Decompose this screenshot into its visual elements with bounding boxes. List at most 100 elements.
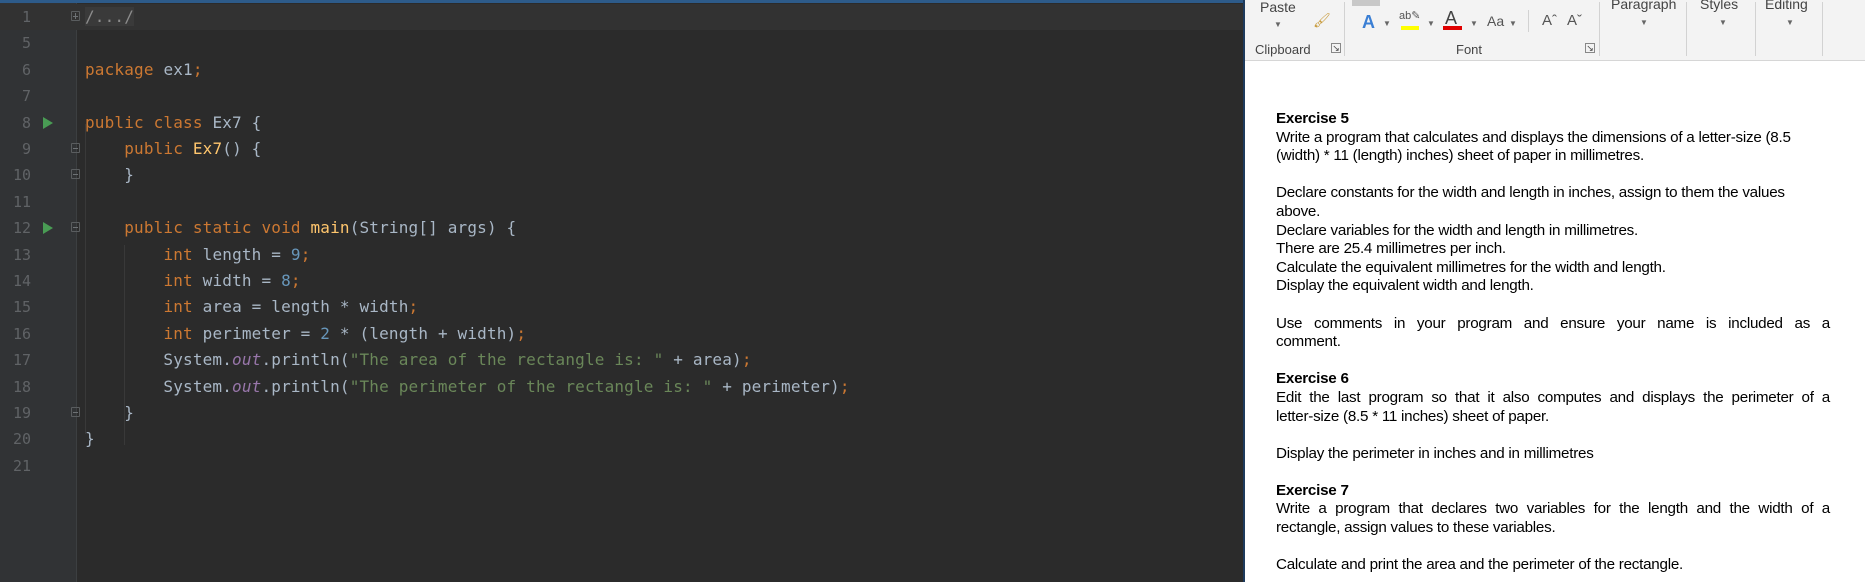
code-token: Ex7 [192,139,223,158]
highlight-color-bar [1401,26,1419,30]
font-color-dropdown-icon[interactable]: ▼ [1470,19,1478,28]
text-effects-dropdown-icon[interactable]: ▼ [1383,19,1391,28]
paragraph-line: Write a program that calculates and disp… [1276,128,1791,146]
paragraph-button[interactable]: Paragraph [1611,0,1676,12]
paragraph-line: Edit the last program so that it also co… [1276,388,1830,406]
fold-icon[interactable] [71,222,80,233]
paragraph-line: (width) * 11 (length) inches) sheet of p… [1276,147,1644,165]
indent-guide [85,124,86,434]
grow-font-icon[interactable]: Aˆ [1542,12,1557,29]
line-number: 5 [21,34,31,53]
code-token: .println( [261,376,350,396]
code-token: public class [85,112,213,132]
code-line[interactable]: 6 package ex1; [0,57,1243,83]
paste-button[interactable]: Paste [1260,0,1296,15]
code-token: package [85,59,164,79]
code-token: area = length * width [202,297,409,317]
styles-dropdown-icon[interactable]: ▼ [1719,18,1727,27]
code-text: System.out.println("The perimeter of the… [85,374,850,400]
fold-icon[interactable] [71,11,80,21]
code-line[interactable]: 14 int width = 8; [0,268,1243,294]
paragraph-line: There are 25.4 millimetres per inch. [1276,240,1506,258]
code-token: width = [202,271,282,290]
paragraph-line: Use comments in your program and ensure … [1276,314,1830,332]
code-token: () { [222,139,262,158]
text-effects-icon[interactable]: A [1362,12,1375,33]
font-color-bar [1443,26,1462,30]
code-token: perimeter = [202,323,321,343]
paragraph-dropdown-icon[interactable]: ▼ [1640,18,1648,27]
fold-icon[interactable] [71,407,80,417]
code-line[interactable]: 21 [0,453,1243,479]
code-token: System. [85,350,233,370]
code-token: + area) [663,350,742,370]
code-line[interactable]: 10 } [0,162,1243,188]
paragraph: Write a program that declares two variab… [1276,500,1830,537]
paragraph: Use comments in your program and ensure … [1276,315,1830,352]
run-icon[interactable] [43,116,53,129]
code-token: + perimeter) [712,376,840,396]
line-number: 10 [12,166,31,185]
editing-button[interactable]: Editing [1765,0,1808,12]
code-token: int [163,271,203,290]
paragraph: Declare constants for the width and leng… [1276,184,1830,296]
code-line[interactable]: 17 System.out.println("The area of the r… [0,347,1243,373]
code-token: int [163,323,203,343]
line-number: 8 [21,113,31,132]
paragraph-line: above. [1276,202,1321,220]
change-case-dropdown-icon[interactable]: ▼ [1509,19,1517,28]
code-line[interactable]: 12 public static void main(String[] args… [0,215,1243,241]
code-text: int length = 9; [85,242,311,268]
paragraph: Edit the last program so that it also co… [1276,389,1830,426]
fold-icon[interactable] [71,143,80,153]
line-number: 16 [12,324,31,343]
code-line[interactable]: 13 int length = 9; [0,242,1243,268]
line-number: 11 [12,192,31,211]
highlight-icon[interactable]: ab✎ [1399,9,1420,22]
document-body[interactable]: Exercise 5 Write a program that calculate… [1276,110,1830,575]
line-number: 18 [12,377,31,396]
code-text: int area = length * width; [85,294,418,320]
line-number: 21 [12,456,31,475]
paragraph-line: comment. [1276,333,1341,351]
code-token: "The area of the rectangle is: " [349,350,664,370]
code-line[interactable]: 7 [0,83,1243,109]
code-line[interactable]: 5 [0,30,1243,56]
code-token: System. [85,376,233,396]
highlight-dropdown-icon[interactable]: ▼ [1427,19,1435,28]
code-text: public class Ex7 { [85,110,261,136]
code-token: ; [741,350,752,370]
dialog-launcher-icon[interactable]: ↘ [1585,43,1595,53]
code-token: ; [516,323,527,343]
paragraph-line: Display the perimeter in inches and in m… [1276,444,1594,462]
code-editor[interactable]: 1 /.../ 5 6 package ex1; 7 8 public class Ex7 {… [0,0,1243,582]
styles-button[interactable]: Styles [1700,0,1738,12]
code-line[interactable]: 16 int perimeter = 2 * (length + width); [0,321,1243,347]
shrink-font-icon[interactable]: Aˇ [1567,12,1582,29]
dialog-launcher-icon[interactable]: ↘ [1331,43,1341,53]
change-case-button[interactable]: Aa [1487,13,1504,29]
format-painter-icon[interactable]: 🖌 [1313,12,1331,29]
fold-icon[interactable] [71,169,80,180]
code-line[interactable]: 15 int area = length * width; [0,294,1243,320]
editing-dropdown-icon[interactable]: ▼ [1786,18,1794,27]
line-number: 1 [21,8,31,26]
code-line[interactable]: 18 System.out.println("The perimeter of … [0,374,1243,400]
paragraph-line: Declare variables for the width and leng… [1276,221,1638,239]
paragraph-line: Calculate the equivalent millimetres for… [1276,258,1666,276]
code-line[interactable]: 19 } [0,400,1243,426]
code-line[interactable]: 8 public class Ex7 { [0,110,1243,136]
code-line[interactable]: 20} [0,426,1243,452]
code-token: ; [300,244,311,264]
code-line[interactable]: 1 /.../ [0,4,1243,31]
paste-dropdown-icon[interactable]: ▼ [1274,20,1282,29]
code-token: ; [290,271,301,290]
run-icon[interactable] [43,222,53,235]
code-line[interactable]: 11 [0,189,1243,215]
code-line[interactable]: 9 public Ex7() { [0,136,1243,162]
code-token: out [232,376,262,396]
